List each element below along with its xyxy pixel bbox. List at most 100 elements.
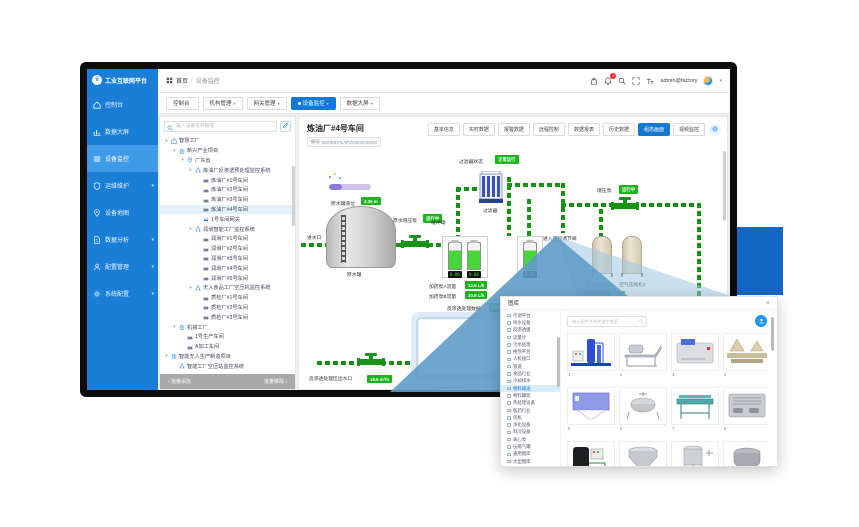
gallery-item-image[interactable] bbox=[567, 387, 615, 425]
module-tab[interactable]: 数据大屏 ▾ bbox=[340, 97, 380, 110]
filter-unit[interactable] bbox=[479, 171, 503, 205]
tree-caret-icon[interactable]: ▾ bbox=[188, 167, 193, 173]
category-scrollbar[interactable] bbox=[557, 337, 560, 387]
tree-node[interactable]: 炼油厂#1号车间 bbox=[160, 175, 295, 185]
gallery-item[interactable]: 10 bbox=[619, 441, 667, 466]
sidebar-item[interactable]: 数据分析 ▾ bbox=[87, 226, 158, 253]
sidebar-item[interactable]: 系统配置 ▾ bbox=[87, 280, 158, 307]
sidebar-item[interactable]: 设备监控 bbox=[87, 145, 158, 172]
gallery-category[interactable]: 冷却排水 bbox=[501, 378, 560, 385]
breadcrumb-home[interactable]: 首页 bbox=[176, 76, 188, 85]
gallery-category[interactable]: 食品行业 bbox=[501, 370, 560, 377]
pressure-pump[interactable] bbox=[611, 197, 639, 211]
gallery-category[interactable]: 通用图库 bbox=[501, 451, 560, 458]
booster-pump[interactable] bbox=[401, 235, 429, 249]
tree-scrollbar[interactable] bbox=[292, 166, 295, 226]
outlet-pump[interactable] bbox=[357, 353, 385, 367]
gallery-category[interactable]: 离心泵 bbox=[501, 436, 560, 443]
tree-node[interactable]: 质检厂#1号车间 bbox=[160, 293, 295, 303]
tree-node[interactable]: ▾ 新兴产业项目 bbox=[160, 146, 295, 156]
sidebar-item[interactable]: 控制台 bbox=[87, 91, 158, 118]
module-tab[interactable]: 设备监控 ▾ bbox=[291, 97, 336, 110]
gallery-item-image[interactable] bbox=[619, 387, 667, 425]
upload-button[interactable] bbox=[755, 315, 767, 327]
raw-water-tank[interactable] bbox=[326, 206, 396, 268]
tree-node[interactable]: ▾ 智慧工厂 bbox=[160, 136, 295, 146]
detail-tab-button[interactable]: 数据报表 bbox=[568, 123, 600, 136]
tree-node[interactable]: 炼油厂#2号车间 bbox=[160, 185, 295, 195]
gallery-category[interactable]: 空调平台 bbox=[501, 312, 560, 319]
gallery-category[interactable]: 压缩气罐 bbox=[501, 443, 560, 450]
gallery-search-input[interactable] bbox=[567, 316, 647, 327]
gallery-category[interactable]: 风机 bbox=[501, 414, 560, 421]
sidebar-item[interactable]: 数据大屏 bbox=[87, 118, 158, 145]
gallery-item[interactable]: 6 bbox=[619, 387, 667, 437]
gallery-item-image[interactable] bbox=[723, 441, 769, 466]
dosing-cylinder[interactable] bbox=[448, 242, 462, 270]
module-tab[interactable]: 网关管理 ▾ bbox=[247, 97, 287, 110]
gallery-category[interactable]: 反渗透膜 bbox=[501, 327, 560, 334]
gallery-item[interactable]: 8 bbox=[723, 387, 769, 437]
air-compressor-2[interactable] bbox=[622, 236, 642, 274]
gallery-category[interactable]: 医药行业 bbox=[501, 407, 560, 414]
dosing-cylinder[interactable] bbox=[467, 242, 481, 270]
tree-node[interactable]: ▾ 智能无人生产制造项目 bbox=[160, 352, 295, 362]
gallery-item-image[interactable] bbox=[619, 333, 667, 371]
batch-remove-button[interactable]: 批量移除 › bbox=[264, 378, 287, 385]
gallery-item-image[interactable] bbox=[671, 333, 719, 371]
gallery-item-image[interactable] bbox=[671, 441, 719, 466]
tree-edit-button[interactable] bbox=[280, 121, 291, 132]
tree-node[interactable]: 润滑厂#3号车间 bbox=[160, 254, 295, 264]
font-size-icon[interactable] bbox=[646, 77, 654, 85]
gallery-category[interactable]: 污水处理 bbox=[501, 341, 560, 348]
tree-node[interactable]: ▾ 润滑智能工厂监控系统 bbox=[160, 224, 295, 234]
tree-node[interactable]: ▾ 无人食品工厂空压机监控系统 bbox=[160, 283, 295, 293]
gallery-item[interactable]: 1 bbox=[567, 333, 615, 383]
gallery-item[interactable]: 9 bbox=[567, 441, 615, 466]
tree-node[interactable]: 润滑厂#5号车间 bbox=[160, 273, 295, 283]
gallery-item-image[interactable] bbox=[723, 333, 769, 371]
tree-node[interactable]: 润滑厂#1号车间 bbox=[160, 234, 295, 244]
gallery-item[interactable]: 12 bbox=[723, 441, 769, 466]
tree-caret-icon[interactable]: ▾ bbox=[164, 138, 169, 144]
tree-caret-icon[interactable]: ▾ bbox=[188, 226, 193, 232]
tree-node[interactable]: A加工车间 bbox=[160, 342, 295, 352]
gallery-category[interactable]: 管道 bbox=[501, 363, 560, 370]
gallery-item-image[interactable] bbox=[567, 333, 615, 371]
tree-node[interactable]: ▾ 广东省 bbox=[160, 156, 295, 166]
gallery-item-image[interactable] bbox=[619, 441, 667, 466]
gallery-item-image[interactable] bbox=[723, 387, 769, 425]
module-tab[interactable]: 控制台 bbox=[166, 97, 199, 110]
batch-add-button[interactable]: ‹ 批量添加 bbox=[168, 378, 191, 385]
tree-node[interactable]: 炼油厂#3号车间 bbox=[160, 195, 295, 205]
sidebar-item[interactable]: 运维维护 ▾ bbox=[87, 172, 158, 199]
tree-node[interactable]: 润滑厂#2号车间 bbox=[160, 244, 295, 254]
tree-node[interactable]: 炼油厂#4号车间 bbox=[160, 205, 295, 215]
detail-tab-button[interactable]: 报警数据 bbox=[498, 123, 530, 136]
username[interactable]: admin@factory bbox=[660, 78, 697, 84]
tree-node[interactable]: 1号生产车间 bbox=[160, 332, 295, 342]
detail-tab-button[interactable]: 基本信息 bbox=[428, 123, 460, 136]
gallery-category[interactable]: 大型图库 bbox=[501, 458, 560, 465]
tree-caret-icon[interactable]: ▾ bbox=[188, 285, 193, 291]
main-scrollbar[interactable] bbox=[723, 151, 726, 221]
detail-tab-button[interactable]: 视频监控 bbox=[673, 123, 705, 136]
gallery-category[interactable]: 物料输送 bbox=[501, 385, 560, 392]
tree-node[interactable]: 质检厂#2号车间 bbox=[160, 303, 295, 313]
gallery-item[interactable]: 3 bbox=[671, 333, 719, 383]
tree-caret-icon[interactable]: ▾ bbox=[180, 157, 185, 163]
tree-node[interactable]: ▾ 炼油厂反渗透预处理监控系统 bbox=[160, 165, 295, 175]
air-compressor-1[interactable] bbox=[592, 236, 612, 274]
gallery-category[interactable]: 制冷设备 bbox=[501, 429, 560, 436]
sidebar-item[interactable]: 设备地图 bbox=[87, 199, 158, 226]
detail-tab-button[interactable]: 实时数据 bbox=[463, 123, 495, 136]
settings-gear-button[interactable] bbox=[709, 124, 721, 136]
tree-node[interactable]: 质检厂#3号车间 bbox=[160, 312, 295, 322]
gallery-category[interactable]: 净化设备 bbox=[501, 421, 560, 428]
gallery-item[interactable]: 11 bbox=[671, 441, 719, 466]
tree-node[interactable]: 1号车间网关 bbox=[160, 214, 295, 224]
detail-tab-button[interactable]: 历史数据 bbox=[603, 123, 635, 136]
gallery-item[interactable]: 5 bbox=[567, 387, 615, 437]
gallery-item[interactable]: 7 bbox=[671, 387, 719, 437]
tree-search-input[interactable] bbox=[164, 121, 277, 132]
